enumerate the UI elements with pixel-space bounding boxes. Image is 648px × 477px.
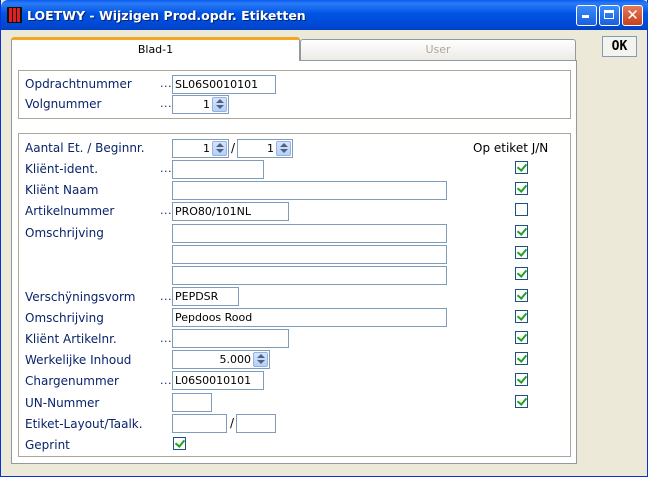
omschrijving-line-3[interactable] — [172, 266, 447, 285]
taalkode-field[interactable] — [236, 414, 276, 433]
klient-artikelnr-label: Kliënt Artikelnr. — [25, 332, 117, 346]
close-icon: ✕ — [626, 6, 639, 24]
omschrijving2-field[interactable]: Pepdoos Rood — [172, 308, 447, 327]
volgnummer-stepper[interactable]: 1 — [172, 95, 229, 114]
klient-ident-lookup-dots[interactable]: ... — [160, 162, 172, 175]
op-etiket-checkbox-9[interactable] — [515, 331, 528, 344]
op-etiket-checkbox-2[interactable] — [515, 182, 528, 195]
omschrijving-line-2[interactable] — [172, 245, 447, 264]
volgnummer-label: Volgnummer — [25, 97, 102, 111]
app-logo-icon — [7, 7, 22, 23]
opdrachtnummer-lookup-dots[interactable]: ... — [160, 77, 172, 90]
op-etiket-checkbox-10[interactable] — [515, 352, 528, 365]
minimize-icon — [582, 15, 589, 18]
klient-naam-field[interactable] — [172, 181, 447, 200]
verschijningsvorm-field[interactable]: PEPDSR — [172, 287, 239, 306]
spin-arrows-icon[interactable] — [276, 141, 291, 156]
geprint-label: Geprint — [25, 438, 70, 452]
aantal-stepper[interactable]: 1 — [172, 139, 229, 158]
application-window: LOETWY - Wijzigen Prod.opdr. Etiketten ✕… — [0, 0, 648, 477]
opdrachtnummer-label: Opdrachtnummer — [25, 77, 132, 91]
opdrachtnummer-field[interactable]: SL06S0010101 — [172, 75, 276, 94]
op-etiket-checkbox-12[interactable] — [515, 395, 528, 408]
artikelnummer-lookup-dots[interactable]: ... — [160, 204, 172, 217]
werkelijke-inhoud-label: Werkelijke Inhoud — [25, 353, 132, 367]
close-button[interactable]: ✕ — [622, 5, 643, 26]
aantal-slash: / — [231, 141, 236, 155]
klient-ident-label: Kliënt-ident. — [25, 162, 99, 176]
volgnummer-value: 1 — [203, 98, 210, 111]
tab-user[interactable]: User — [300, 39, 576, 61]
op-etiket-checkbox-5[interactable] — [515, 246, 528, 259]
aantal-label: Aantal Et. / Beginnr. — [25, 141, 145, 155]
op-etiket-header: Op etiket J/N — [473, 141, 549, 155]
spin-arrows-icon[interactable] — [212, 141, 227, 156]
verschijningsvorm-lookup-dots[interactable]: ... — [160, 290, 172, 303]
ok-button[interactable]: OK — [602, 36, 637, 57]
omschrijving-line-1[interactable] — [172, 224, 447, 243]
beginnr-value: 1 — [267, 142, 274, 155]
klient-artikelnr-field[interactable] — [172, 329, 289, 348]
spin-arrows-icon[interactable] — [212, 97, 227, 112]
minimize-button[interactable] — [576, 5, 597, 26]
op-etiket-checkbox-8[interactable] — [515, 310, 528, 323]
chargenummer-lookup-dots[interactable]: ... — [160, 374, 172, 387]
beginnr-stepper[interactable]: 1 — [237, 139, 293, 158]
chargenummer-field[interactable]: L06S0010101 — [172, 371, 264, 390]
op-etiket-checkbox-3[interactable] — [515, 203, 528, 216]
omschrijving2-label: Omschrijving — [25, 311, 104, 325]
tab-blad-1[interactable]: Blad-1 — [11, 37, 300, 61]
artikelnummer-field[interactable]: PRO80/101NL — [172, 202, 289, 221]
aantal-value: 1 — [203, 142, 210, 155]
klient-naam-label: Kliënt Naam — [25, 183, 99, 197]
volgnummer-lookup-dots[interactable]: ... — [160, 97, 172, 110]
spin-arrows-icon[interactable] — [253, 352, 268, 367]
omschrijving-label: Omschrijving — [25, 226, 104, 240]
un-nummer-field[interactable] — [172, 393, 212, 412]
op-etiket-checkbox-1[interactable] — [515, 161, 528, 174]
window-title: LOETWY - Wijzigen Prod.opdr. Etiketten — [27, 8, 306, 23]
un-nummer-label: UN-Nummer — [25, 396, 100, 410]
title-bar[interactable]: LOETWY - Wijzigen Prod.opdr. Etiketten ✕ — [1, 0, 648, 30]
etiket-layout-label: Etiket-Layout/Taalk. — [25, 417, 143, 431]
op-etiket-checkbox-11[interactable] — [515, 373, 528, 386]
op-etiket-checkbox-6[interactable] — [515, 267, 528, 280]
geprint-checkbox[interactable] — [173, 437, 186, 450]
klient-ident-field[interactable] — [172, 160, 264, 179]
werkelijke-inhoud-stepper[interactable]: 5.000 — [172, 350, 270, 369]
maximize-icon — [604, 10, 614, 19]
op-etiket-checkbox-4[interactable] — [515, 225, 528, 238]
etiket-layout-slash: / — [230, 416, 235, 430]
klient-artikelnr-lookup-dots[interactable]: ... — [160, 332, 172, 345]
artikelnummer-label: Artikelnummer — [25, 204, 115, 218]
maximize-button[interactable] — [599, 5, 620, 26]
chargenummer-label: Chargenummer — [25, 374, 119, 388]
verschijningsvorm-label: Verschÿningsvorm — [25, 290, 136, 304]
etiket-layout-field[interactable] — [172, 414, 227, 433]
op-etiket-checkbox-7[interactable] — [515, 289, 528, 302]
werkelijke-inhoud-value: 5.000 — [219, 353, 252, 366]
